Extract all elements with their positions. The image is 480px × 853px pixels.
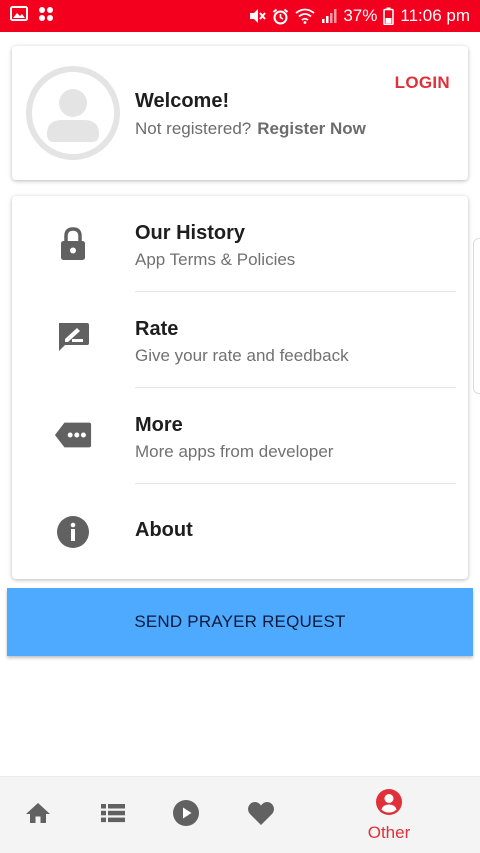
nav-list[interactable] [93, 777, 133, 853]
battery-icon [383, 7, 395, 25]
rate-feedback-icon [54, 318, 92, 356]
send-prayer-request-button[interactable]: SEND PRAYER REQUEST [7, 588, 473, 656]
signal-icon [321, 8, 337, 24]
menu-item-about[interactable]: About [12, 484, 468, 580]
menu-item-title: Rate [135, 318, 179, 340]
nav-favorites[interactable] [241, 777, 281, 853]
register-now-link[interactable]: Register Now [257, 119, 366, 139]
not-registered-text: Not registered? [135, 119, 252, 138]
profile-card: Welcome! Not registered? Register Now LO… [12, 46, 468, 180]
lock-icon [54, 225, 92, 263]
nav-other[interactable]: Other [359, 777, 419, 853]
menu-item-title: About [135, 519, 193, 541]
welcome-title: Welcome! [135, 90, 230, 112]
info-icon [54, 513, 92, 551]
bottom-navigation: Other [0, 776, 480, 853]
side-panel-handle[interactable] [473, 238, 480, 394]
screen: 37% 11:06 pm Welcome! Not registered? Re… [0, 0, 480, 853]
wifi-icon [295, 8, 315, 24]
apps-notification-icon [38, 6, 54, 27]
battery-percent: 37% [343, 6, 378, 25]
gallery-notification-icon [10, 6, 28, 26]
list-icon [100, 803, 126, 828]
menu-card: Our History App Terms & Policies Rate Gi… [12, 196, 468, 579]
menu-item-more[interactable]: More More apps from developer [12, 388, 468, 484]
mute-icon [248, 8, 267, 24]
status-left [10, 6, 54, 27]
menu-item-our-history[interactable]: Our History App Terms & Policies [12, 196, 468, 292]
clock-time: 11:06 pm [400, 6, 470, 25]
menu-item-subtitle: Give your rate and feedback [135, 346, 349, 365]
menu-item-title: More [135, 414, 183, 436]
login-button[interactable]: LOGIN [395, 73, 450, 93]
user-placeholder-icon [26, 66, 120, 160]
play-icon [172, 799, 200, 832]
nav-home[interactable] [18, 777, 58, 853]
menu-item-subtitle: App Terms & Policies [135, 250, 296, 269]
status-right: 37% 11:06 pm [248, 6, 470, 26]
alarm-icon [272, 8, 289, 25]
registration-prompt: Not registered? Register Now [135, 119, 366, 139]
nav-other-label: Other [367, 823, 411, 842]
menu-item-title: Our History [135, 222, 246, 244]
menu-item-rate[interactable]: Rate Give your rate and feedback [12, 292, 468, 388]
menu-item-subtitle: More apps from developer [135, 442, 334, 461]
heart-icon [247, 801, 275, 831]
more-tag-icon [54, 416, 92, 454]
account-icon [375, 788, 403, 821]
nav-play[interactable] [166, 777, 206, 853]
status-bar: 37% 11:06 pm [0, 0, 480, 32]
home-icon [25, 802, 51, 829]
